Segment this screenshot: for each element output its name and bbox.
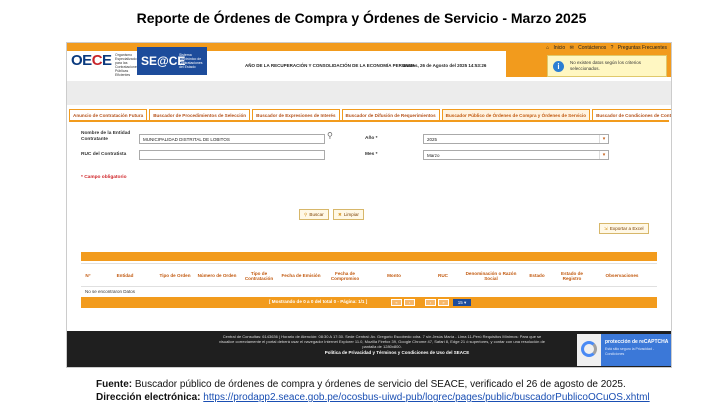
col-fecha-emision[interactable]: Fecha de Emisión (279, 264, 323, 288)
ruc-label: RUC del Contratista (81, 152, 127, 157)
no-data-alert: i No existen datos según los criterios s… (547, 55, 667, 77)
anio-select[interactable]: 2025 ▾ (423, 134, 609, 144)
footer-contact-text: Central de Consultas: 6143636 | Horario … (219, 334, 545, 349)
limpiar-button[interactable]: ✖ Limpiar (333, 209, 364, 220)
col-estado[interactable]: Estado (517, 264, 557, 288)
direccion-line: Dirección electrónica: https://prodapp2.… (96, 391, 650, 404)
clear-icon: ✖ (338, 212, 342, 217)
recaptcha-title: protección de reCAPTCHA (605, 339, 669, 345)
last-page-icon[interactable]: » (438, 299, 449, 306)
document-title: Reporte de Órdenes de Compra y Órdenes d… (136, 10, 587, 26)
header-datetime: Martes, 26 de Agosto del 2025 14:53:26 (403, 63, 487, 68)
fuente-text: Buscador público de órdenes de compra y … (134, 379, 626, 390)
page-size-select[interactable]: 15 ▾ (453, 299, 471, 306)
empty-table-message: No se encontraron Datos (85, 289, 136, 294)
faq-link[interactable]: ? Preguntas Frecuentes (611, 45, 667, 51)
entidad-input[interactable]: MUNICIPALIDAD DISTRITAL DE LOBITOS (139, 134, 325, 144)
contact-link[interactable]: ✉ Contáctenos (570, 45, 607, 51)
col-observaciones[interactable]: Observaciones (587, 264, 657, 288)
source-note: Fuente: Buscador público de órdenes de c… (96, 378, 650, 404)
search-icon[interactable]: ⚲ (327, 131, 333, 140)
fuente-label: Fuente: (96, 379, 133, 390)
col-n[interactable]: N° (81, 264, 95, 288)
chevron-down-icon: ▾ (599, 151, 608, 159)
header-links: ⌂ Inicio ✉ Contáctenos ? Preguntas Frecu… (543, 45, 667, 51)
next-page-icon[interactable]: › (425, 299, 436, 306)
table-top-bar (81, 252, 657, 261)
pager-text: [ Mostrando de 0 a 0 del total 0 - Págin… (269, 299, 368, 304)
year-banner: AÑO DE LA RECUPERACIÓN Y CONSOLIDACIÓN D… (245, 63, 415, 68)
fuente-line: Fuente: Buscador público de órdenes de c… (96, 378, 650, 391)
col-numero-orden[interactable]: Número de Orden (195, 264, 239, 288)
col-tipo-orden[interactable]: Tipo de Orden (155, 264, 195, 288)
buscar-button[interactable]: ⚲ Buscar (299, 209, 329, 220)
chevron-down-icon: ▾ (599, 135, 608, 143)
results-table-header: N° Entidad Tipo de Orden Número de Orden… (81, 263, 657, 287)
ruc-input[interactable] (139, 150, 325, 160)
col-razon-social[interactable]: Denominación o Razón Social (465, 264, 517, 288)
table-pager: [ Mostrando de 0 a 0 del total 0 - Págin… (81, 297, 657, 308)
header-band (67, 81, 671, 105)
col-entidad[interactable]: Entidad (95, 264, 155, 288)
recaptcha-logo-box (577, 334, 601, 366)
recaptcha-subtitle: Está sitio seguro la Privacidad - Condic… (605, 347, 655, 356)
oece-logo-subtitle: Organismo Especializado para las Contrat… (115, 53, 139, 77)
export-label: Exportar a Excel (609, 226, 644, 231)
direccion-label: Dirección electrónica: (96, 392, 201, 403)
required-note: * Campo obligatorio (81, 175, 127, 180)
col-tipo-contratacion[interactable]: Tipo de Contratación (239, 264, 279, 288)
anio-value: 2025 (427, 137, 438, 142)
buscar-label: Buscar (309, 212, 324, 217)
col-monto[interactable]: Monto (367, 264, 421, 288)
privacy-link[interactable]: Política de Privacidad y Términos y Cond… (277, 350, 517, 355)
excel-icon: ⇲ (604, 226, 608, 231)
anio-label: Año * (365, 136, 378, 141)
mes-value: Marzo (427, 153, 440, 158)
limpiar-label: Limpiar (343, 212, 359, 217)
tabs-underline (69, 120, 669, 122)
col-fecha-compromiso[interactable]: Fecha de Compromiso (323, 264, 367, 288)
home-link[interactable]: ⌂ Inicio (546, 45, 565, 51)
seace-logo-subtitle: Sistema Electrónico de Contrataciones de… (179, 53, 203, 69)
mes-label: Mes * (365, 152, 378, 157)
recaptcha-icon (581, 341, 597, 357)
page-size-value: 15 (457, 300, 463, 305)
recaptcha-badge[interactable]: protección de reCAPTCHA Está sitio segur… (577, 334, 671, 366)
source-url-link[interactable]: https://prodapp2.seace.gob.pe/ocosbus-ui… (203, 392, 649, 403)
info-icon: i (553, 61, 564, 72)
col-ruc[interactable]: RUC (421, 264, 465, 288)
search-icon: ⚲ (304, 212, 308, 217)
prev-page-icon[interactable]: ‹ (404, 299, 415, 306)
alert-text: No existen datos según los criterios sel… (570, 60, 642, 71)
seace-screenshot: OECE Organismo Especializado para las Co… (66, 42, 672, 368)
mes-select[interactable]: Marzo ▾ (423, 150, 609, 160)
entidad-label: Nombre de la Entidad Contratante (81, 131, 131, 142)
export-excel-button[interactable]: ⇲ Exportar a Excel (599, 223, 649, 234)
col-estado-registro[interactable]: Estado de Registro (557, 264, 587, 288)
first-page-icon[interactable]: « (391, 299, 402, 306)
